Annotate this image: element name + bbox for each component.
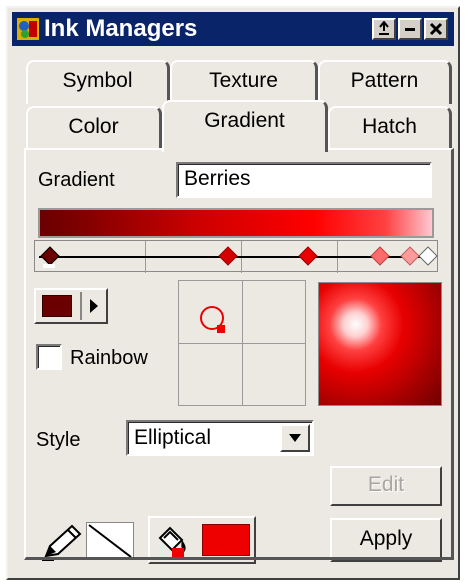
tab-hatch[interactable]: Hatch [328, 106, 452, 150]
gradient-panel [24, 148, 454, 560]
title-bar[interactable]: Ink Managers [12, 12, 454, 46]
window-title: Ink Managers [44, 15, 198, 42]
tab-color[interactable]: Color [26, 106, 162, 150]
close-button[interactable] [424, 18, 448, 40]
app-icon [17, 18, 39, 40]
ink-managers-window: Ink Managers Symbol Texture Pattern Colo… [6, 6, 460, 580]
help-button[interactable] [372, 18, 396, 40]
close-icon [429, 22, 443, 36]
tab-texture[interactable]: Texture [170, 60, 318, 104]
tab-gradient[interactable]: Gradient [162, 100, 328, 152]
minimize-button[interactable] [398, 18, 422, 40]
tab-symbol[interactable]: Symbol [26, 60, 170, 104]
minimize-icon [405, 28, 415, 31]
tab-pattern[interactable]: Pattern [318, 60, 452, 104]
help-icon [379, 21, 389, 35]
